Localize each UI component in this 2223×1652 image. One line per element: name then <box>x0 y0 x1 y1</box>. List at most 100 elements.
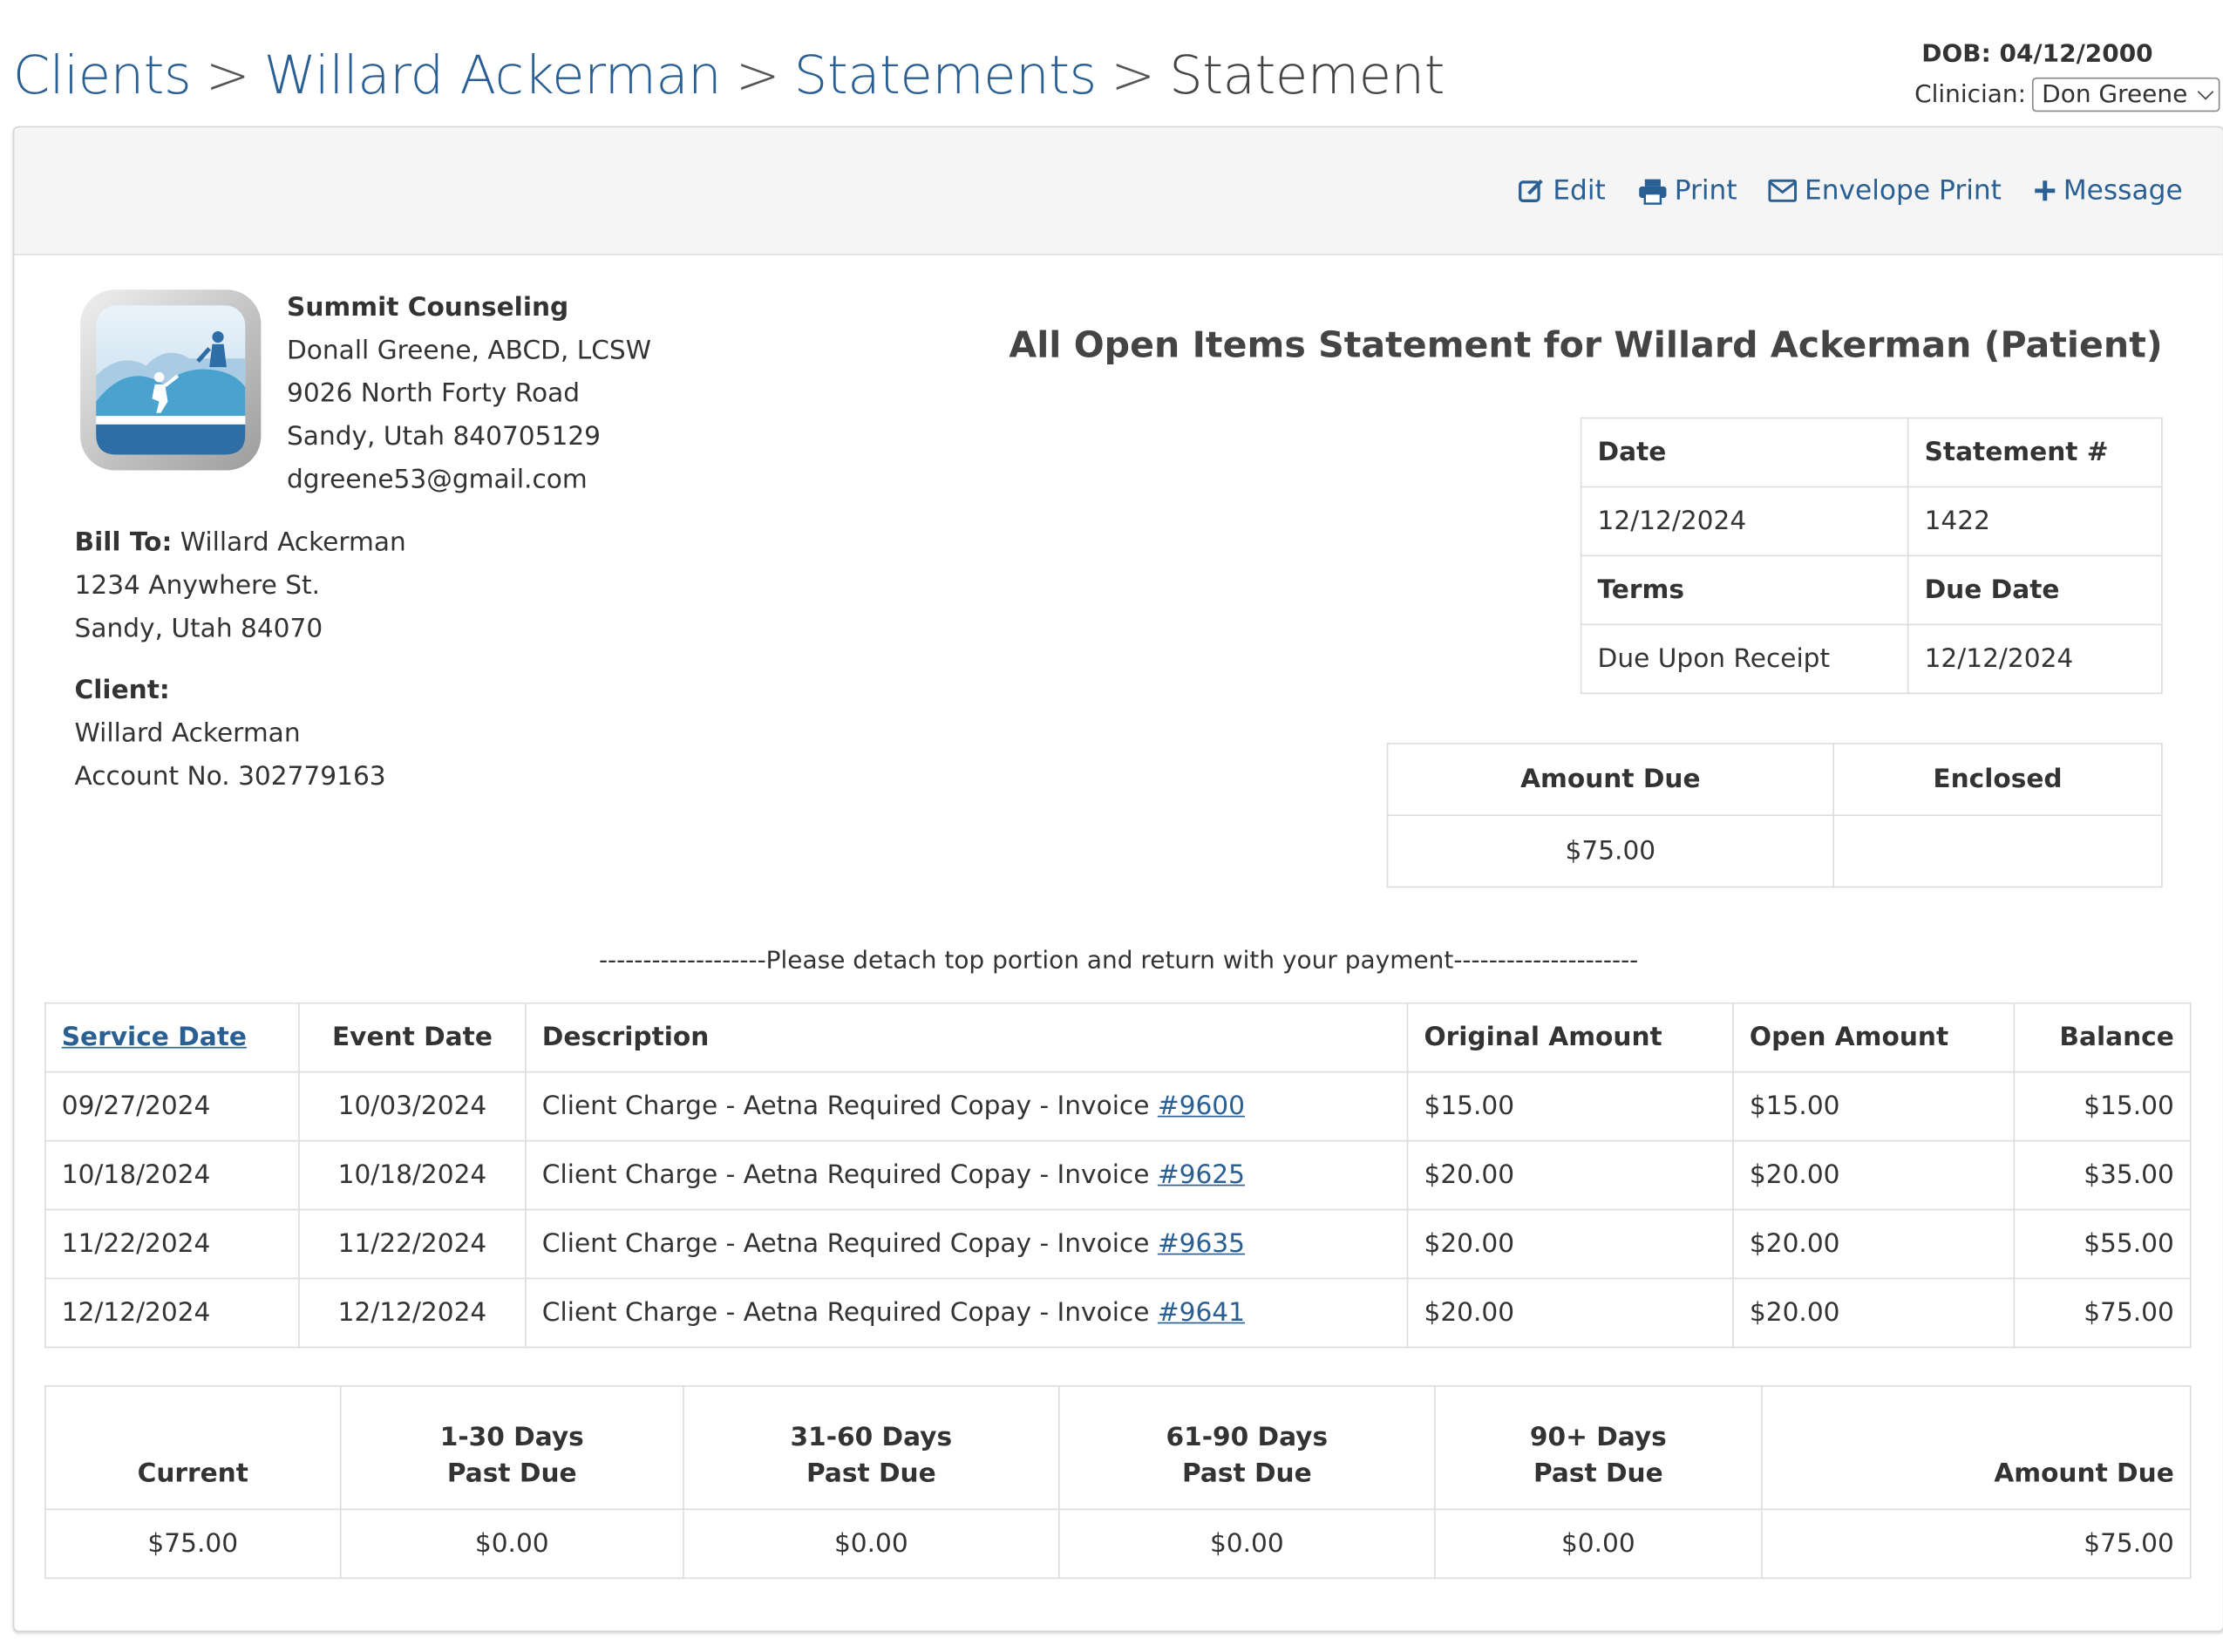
description-text: Client Charge - Aetna Required Copay - I… <box>541 1159 1158 1191</box>
breadcrumb-clients[interactable]: Clients <box>13 44 192 106</box>
aging-values-row: $75.00 $0.00 $0.00 $0.00 $0.00 $75.00 <box>44 1508 2192 1580</box>
aging-header-line2: Past Due <box>1533 1458 1663 1489</box>
column-header-open-amount: Open Amount <box>1732 1002 2016 1073</box>
message-button[interactable]: Message <box>2033 175 2183 207</box>
bill-to-name: Willard Ackerman <box>180 527 406 558</box>
aging-header-current: Current <box>44 1385 342 1511</box>
clinician-label: Clinician: <box>1914 80 2027 110</box>
terms-value: Due Upon Receipt <box>1580 623 1909 695</box>
detach-notice: -------------------Please detach top por… <box>598 946 1639 976</box>
aging-header-line2: Past Due <box>1181 1458 1312 1489</box>
envelope-print-button[interactable]: Envelope Print <box>1768 174 2002 207</box>
practice-email: dgreene53@gmail.com <box>287 464 588 495</box>
table-row: 11/22/2024 11/22/2024 Client Charge - Ae… <box>44 1208 2192 1280</box>
invoice-link[interactable]: #9600 <box>1158 1091 1245 1122</box>
column-header-service-date[interactable]: Service Date <box>44 1002 300 1073</box>
plus-icon <box>2034 180 2055 201</box>
aging-31-60-value: $0.00 <box>683 1508 1060 1580</box>
aging-header-line2: Amount Due <box>1994 1458 2174 1489</box>
description-cell: Client Charge - Aetna Required Copay - I… <box>525 1139 1409 1211</box>
event-date-cell: 11/22/2024 <box>298 1208 527 1280</box>
balance-cell: $35.00 <box>2013 1139 2192 1211</box>
service-date-cell: 09/27/2024 <box>44 1071 300 1142</box>
chevron-down-icon <box>2198 83 2215 100</box>
clinician-select[interactable]: Don Greene <box>2031 77 2221 112</box>
open-amount-cell: $20.00 <box>1732 1277 2016 1349</box>
edit-icon <box>1518 179 1543 202</box>
edit-label: Edit <box>1553 174 1606 207</box>
table-row: 10/18/2024 10/18/2024 Client Charge - Ae… <box>44 1139 2192 1211</box>
aging-1-30-value: $0.00 <box>339 1508 684 1580</box>
aging-header-amount-due: Amount Due <box>1761 1385 2192 1511</box>
balance-cell: $75.00 <box>2013 1277 2192 1349</box>
service-date-cell: 12/12/2024 <box>44 1277 300 1349</box>
breadcrumb-separator: > <box>1111 44 1155 106</box>
aging-90-plus-value: $0.00 <box>1434 1508 1763 1580</box>
edit-button[interactable]: Edit <box>1517 175 1606 207</box>
dob-label: DOB: 04/12/2000 <box>1921 40 2153 69</box>
items-table: Service Date Event Date Description Orig… <box>44 1002 2192 1349</box>
service-date-cell: 10/18/2024 <box>44 1139 300 1211</box>
statement-number: 1422 <box>1907 486 2163 557</box>
amount-due-table: Amount Due Enclosed $75.00 <box>1386 743 2163 888</box>
practice-info: Summit Counseling Donall Greene, ABCD, L… <box>287 287 651 502</box>
sort-service-date-link[interactable]: Service Date <box>62 1023 247 1053</box>
envelope-icon <box>1768 179 1798 202</box>
amount-due-header: Amount Due <box>1386 743 1834 817</box>
open-amount-cell: $15.00 <box>1732 1071 2016 1142</box>
statement-number-header: Statement # <box>1907 417 2163 488</box>
original-amount-cell: $20.00 <box>1406 1277 1734 1349</box>
aging-header-61-90: 61-90 Days Past Due <box>1058 1385 1436 1511</box>
client-info: Client: Willard Ackerman Account No. 302… <box>75 670 386 799</box>
original-amount-cell: $15.00 <box>1406 1071 1734 1142</box>
practice-address2: Sandy, Utah 840705129 <box>287 421 602 452</box>
clinician-row: Clinician: Don Greene <box>1914 77 2223 112</box>
bill-to-address2: Sandy, Utah 84070 <box>74 614 323 644</box>
clinician-select-value: Don Greene <box>2042 80 2188 110</box>
balance-cell: $15.00 <box>2013 1071 2192 1142</box>
aging-header-31-60: 31-60 Days Past Due <box>683 1385 1060 1511</box>
practice-logo <box>80 289 262 471</box>
statement-date: 12/12/2024 <box>1580 486 1909 557</box>
practice-name: Summit Counseling <box>287 292 569 323</box>
aging-header-90-plus: 90+ Days Past Due <box>1434 1385 1763 1511</box>
statement-title: All Open Items Statement for Willard Ack… <box>1009 323 2163 366</box>
aging-header-line2: Past Due <box>446 1458 577 1489</box>
breadcrumb-separator: > <box>735 44 780 106</box>
client-label: Client: <box>74 675 170 706</box>
aging-header-line1: 31-60 Days <box>790 1422 953 1453</box>
aging-header-line1: 61-90 Days <box>1166 1422 1329 1453</box>
description-cell: Client Charge - Aetna Required Copay - I… <box>525 1277 1409 1349</box>
print-button[interactable]: Print <box>1637 175 1737 207</box>
breadcrumb-separator: > <box>205 44 250 106</box>
column-header-description: Description <box>525 1002 1409 1073</box>
client-account: Account No. 302779163 <box>74 761 386 792</box>
breadcrumb-client[interactable]: Willard Ackerman <box>264 44 722 106</box>
breadcrumb: Clients > Willard Ackerman > Statements > Stat… <box>13 40 1445 112</box>
breadcrumb-current: Statement <box>1169 44 1445 106</box>
aging-current-value: $75.00 <box>44 1508 342 1580</box>
aging-header-line2: Current <box>137 1458 248 1489</box>
balance-cell: $55.00 <box>2013 1208 2192 1280</box>
original-amount-cell: $20.00 <box>1406 1208 1734 1280</box>
description-text: Client Charge - Aetna Required Copay - I… <box>541 1297 1158 1329</box>
practice-clinician: Donall Greene, ABCD, LCSW <box>287 335 652 366</box>
aging-table: Current 1-30 Days Past Due 31-60 Days Past… <box>44 1385 2192 1580</box>
amount-due-value: $75.00 <box>1386 814 1834 888</box>
breadcrumb-statements[interactable]: Statements <box>794 44 1098 106</box>
invoice-link[interactable]: #9641 <box>1158 1298 1245 1329</box>
column-header-original-amount: Original Amount <box>1406 1002 1734 1073</box>
aging-header-line2: Past Due <box>806 1458 936 1489</box>
envelope-print-label: Envelope Print <box>1804 174 2002 207</box>
aging-header-line1: 1-30 Days <box>439 1422 584 1453</box>
aging-61-90-value: $0.00 <box>1058 1508 1436 1580</box>
invoice-link[interactable]: #9635 <box>1158 1229 1245 1260</box>
table-row: 09/27/2024 10/03/2024 Client Charge - Ae… <box>44 1071 2192 1142</box>
original-amount-cell: $20.00 <box>1406 1139 1734 1211</box>
enclosed-value <box>1832 814 2163 888</box>
description-cell: Client Charge - Aetna Required Copay - I… <box>525 1071 1409 1142</box>
due-date-header: Due Date <box>1907 554 2163 626</box>
invoice-link[interactable]: #9625 <box>1158 1160 1245 1191</box>
enclosed-header: Enclosed <box>1832 743 2163 817</box>
column-header-event-date: Event Date <box>298 1002 527 1073</box>
